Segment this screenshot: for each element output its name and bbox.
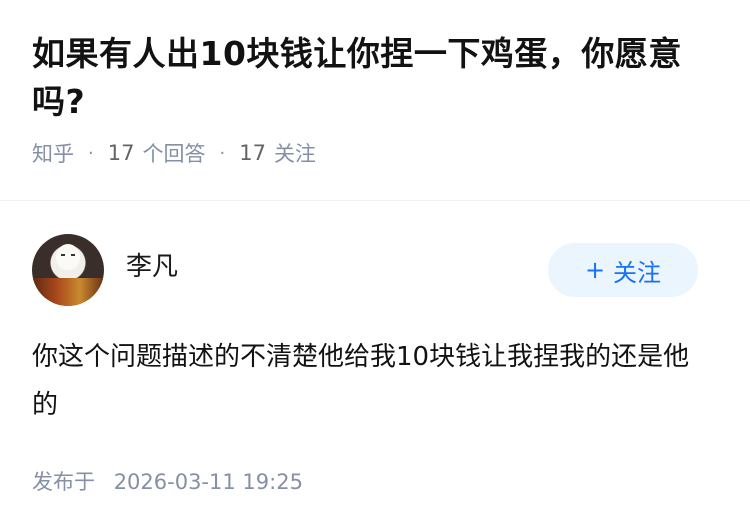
follow-button-label: 关注 xyxy=(613,258,662,287)
separator-dot: · xyxy=(88,142,94,164)
avatar-eye-left xyxy=(61,254,65,256)
avatar-eye-right xyxy=(71,254,75,256)
author-row: 李凡 + 关注 xyxy=(32,234,698,306)
answers-count[interactable]: 17 xyxy=(108,141,135,165)
question-header: 如果有人出10块钱让你捏一下鸡蛋，你愿意吗? 知乎 · 17 个回答 · 17 … xyxy=(0,0,750,170)
source-label[interactable]: 知乎 xyxy=(32,138,74,168)
avatar-face xyxy=(56,244,80,270)
answers-label[interactable]: 个回答 xyxy=(142,138,205,168)
published-date: 2026-03-11 19:25 xyxy=(113,470,303,494)
question-title[interactable]: 如果有人出10块钱让你捏一下鸡蛋，你愿意吗? xyxy=(32,30,718,126)
published-info: 发布于 2026-03-11 19:25 xyxy=(32,466,303,496)
published-label: 发布于 xyxy=(32,470,95,494)
author-name[interactable]: 李凡 xyxy=(126,246,548,283)
follow-button[interactable]: + 关注 xyxy=(548,243,698,297)
followers-label[interactable]: 关注 xyxy=(274,138,316,168)
section-divider xyxy=(0,200,750,201)
separator-dot: · xyxy=(219,142,226,164)
avatar-background xyxy=(32,278,104,306)
plus-icon: + xyxy=(584,256,606,284)
avatar[interactable] xyxy=(32,234,104,306)
followers-count[interactable]: 17 xyxy=(239,141,266,165)
answer-content: 你这个问题描述的不清楚他给我10块钱让我捏我的还是他的 xyxy=(32,342,690,420)
question-meta: 知乎 · 17 个回答 · 17 关注 xyxy=(32,136,718,170)
